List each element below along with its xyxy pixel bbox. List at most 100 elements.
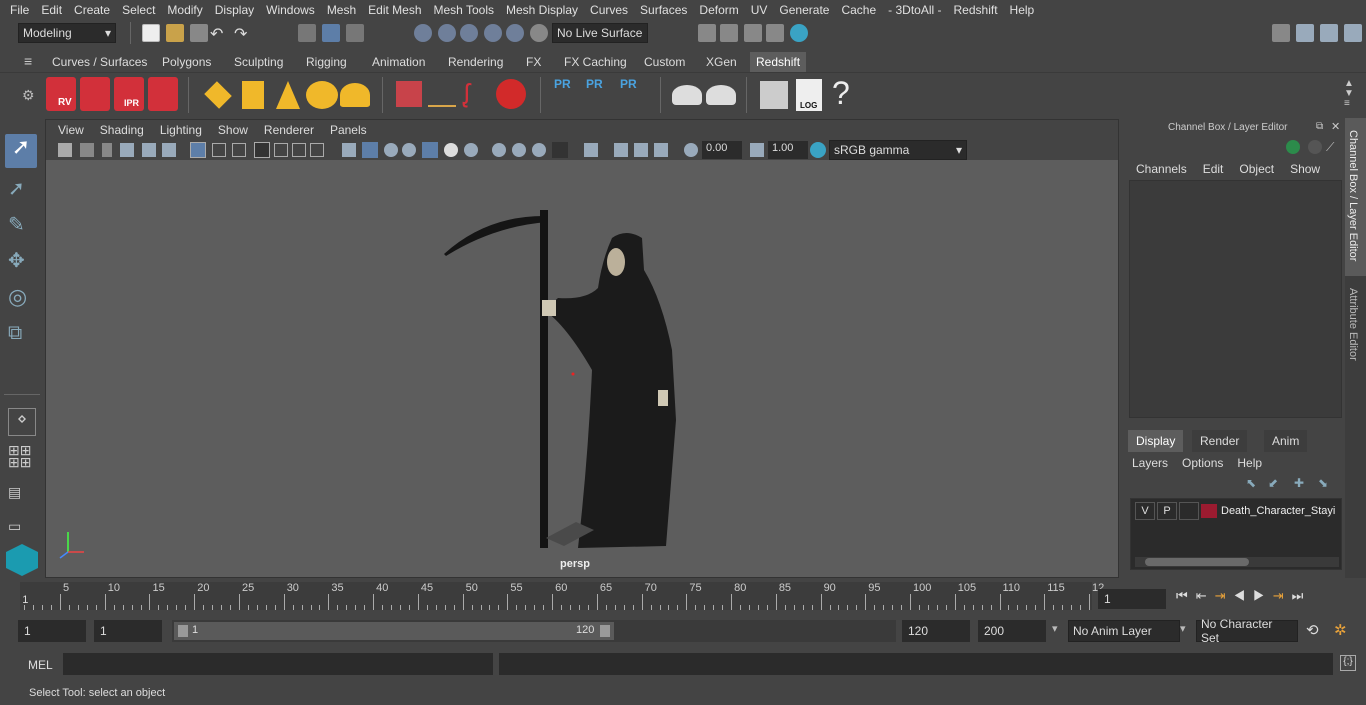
- lasso-tool-icon[interactable]: ➚: [8, 176, 36, 204]
- four-view-icon[interactable]: ⊞⊞ ⊞⊞: [8, 443, 36, 472]
- shelf-tab-redshift[interactable]: Redshift: [750, 52, 807, 72]
- playback-toggle[interactable]: P: [1157, 502, 1177, 520]
- motion-blur-icon[interactable]: [512, 143, 526, 157]
- depth-of-field-icon[interactable]: [552, 142, 568, 158]
- snap-pivot-icon[interactable]: [530, 24, 548, 42]
- log-icon[interactable]: LOG: [796, 79, 822, 111]
- point-light-icon[interactable]: [242, 81, 264, 109]
- menu-display[interactable]: Display: [209, 3, 260, 17]
- range-slider-handle[interactable]: 1 120: [174, 622, 614, 640]
- manipulator-icon[interactable]: [1286, 140, 1300, 154]
- animation-preferences-icon[interactable]: ✲: [1334, 621, 1347, 639]
- channelbox-menu-show[interactable]: Show: [1290, 162, 1328, 176]
- antialiasing-icon[interactable]: [532, 143, 546, 157]
- script-language-label[interactable]: MEL: [28, 658, 53, 672]
- script-editor-icon[interactable]: [760, 81, 788, 109]
- 2d-pan-zoom-icon[interactable]: [142, 143, 156, 157]
- toggle-channelbox-icon[interactable]: [1296, 24, 1314, 42]
- playback-start-field[interactable]: 1: [94, 620, 162, 642]
- current-frame-field[interactable]: 1: [1098, 589, 1166, 609]
- layer-color-swatch[interactable]: [1201, 504, 1217, 518]
- render-settings-icon[interactable]: [766, 24, 784, 42]
- hypershade-icon[interactable]: [790, 24, 808, 42]
- play-forward-icon[interactable]: ▶: [1253, 588, 1273, 603]
- open-scene-icon[interactable]: [166, 24, 184, 42]
- select-tool-icon[interactable]: ➚: [5, 134, 37, 168]
- shelf-tab-polygons[interactable]: Polygons: [156, 52, 217, 72]
- close-icon[interactable]: ✕: [1331, 120, 1340, 133]
- color-management-icon[interactable]: [810, 142, 826, 158]
- channelbox-menu-channels[interactable]: Channels: [1136, 162, 1195, 176]
- save-scene-icon[interactable]: [190, 24, 208, 42]
- shelf-tab-rigging[interactable]: Rigging: [300, 52, 353, 72]
- layer-row[interactable]: V P Death_Character_Stayi: [1131, 501, 1343, 521]
- hair-icon[interactable]: [428, 81, 456, 107]
- safe-action-icon[interactable]: [292, 143, 306, 157]
- snap-point-icon[interactable]: [460, 24, 478, 42]
- menu-edit-mesh[interactable]: Edit Mesh: [362, 3, 427, 17]
- new-scene-icon[interactable]: [142, 24, 160, 42]
- field-chart-icon[interactable]: [274, 143, 288, 157]
- menu-select[interactable]: Select: [116, 3, 161, 17]
- rotate-tool-icon[interactable]: ◎: [8, 284, 36, 312]
- exposure-field[interactable]: 0.00: [702, 141, 742, 159]
- menu-cache[interactable]: Cache: [835, 3, 882, 17]
- menu-redshift[interactable]: Redshift: [948, 3, 1004, 17]
- script-editor-icon[interactable]: {;}: [1340, 655, 1356, 671]
- step-forward-icon[interactable]: ⇥: [1273, 588, 1292, 603]
- undo-icon[interactable]: ↶: [210, 24, 223, 44]
- safe-title-icon[interactable]: [310, 143, 324, 157]
- scroll-thumb[interactable]: [1145, 558, 1249, 566]
- spot-light-icon[interactable]: [276, 81, 300, 109]
- workspace-icon[interactable]: [1272, 24, 1290, 42]
- channelbox-menu-object[interactable]: Object: [1239, 162, 1282, 176]
- anim-layer-dropdown[interactable]: No Anim Layer: [1068, 620, 1180, 642]
- auto-key-icon[interactable]: ⟲: [1306, 621, 1319, 639]
- camera-attributes-icon[interactable]: [80, 143, 94, 157]
- wireframe-icon[interactable]: [342, 143, 356, 157]
- paint-select-icon[interactable]: ✎: [8, 212, 36, 240]
- step-back-icon[interactable]: ⇥: [1215, 588, 1234, 603]
- resolution-gate-icon[interactable]: [232, 143, 246, 157]
- snap-grid-icon[interactable]: [414, 24, 432, 42]
- scene-end-field[interactable]: 200: [978, 620, 1046, 642]
- shelf-scroll-icon[interactable]: ▲ ▼ ≡: [1344, 79, 1354, 109]
- live-surface-field[interactable]: No Live Surface: [552, 23, 648, 43]
- go-to-start-icon[interactable]: ⏮: [1176, 588, 1196, 603]
- ambient-occlusion-icon[interactable]: [492, 143, 506, 157]
- shelf-tab-custom[interactable]: Custom: [638, 52, 691, 72]
- new-layer-icon[interactable]: ✚: [1294, 476, 1308, 490]
- layer-menu-options[interactable]: Options: [1182, 456, 1223, 470]
- viewport-menu-view[interactable]: View: [50, 123, 92, 137]
- render-frame-icon[interactable]: [720, 24, 738, 42]
- character-set-dropdown[interactable]: No Character Set: [1196, 617, 1298, 645]
- layout-extra-icon[interactable]: ▭: [8, 518, 36, 536]
- render-icon[interactable]: [80, 77, 110, 111]
- xray-components-icon[interactable]: [654, 143, 668, 157]
- colorspace-dropdown[interactable]: sRGB gamma ▾: [829, 140, 967, 160]
- layer-tab-anim[interactable]: Anim: [1264, 430, 1308, 452]
- gamma-field[interactable]: 1.00: [768, 141, 808, 159]
- area-light-icon[interactable]: [204, 81, 232, 109]
- gate-mask-icon[interactable]: [254, 142, 270, 158]
- side-tab-attribute-editor[interactable]: Attribute Editor: [1347, 288, 1359, 361]
- menu-mesh[interactable]: Mesh: [321, 3, 362, 17]
- ipr-render-icon[interactable]: IPR: [114, 77, 144, 111]
- viewport-menu-shading[interactable]: Shading: [92, 123, 152, 137]
- snap-surface-icon[interactable]: [506, 24, 524, 42]
- float-icon[interactable]: ⧉: [1316, 121, 1323, 132]
- use-all-lights-icon[interactable]: [444, 143, 458, 157]
- mode-dropdown[interactable]: Modeling ▾: [18, 23, 116, 43]
- shelf-tab-sculpting[interactable]: Sculpting: [228, 52, 289, 72]
- bake-options-icon[interactable]: [706, 85, 736, 105]
- toggle-tool-settings-icon[interactable]: [1344, 24, 1362, 42]
- layer-menu-help[interactable]: Help: [1237, 456, 1262, 470]
- visibility-toggle[interactable]: V: [1135, 502, 1155, 520]
- dome-light-icon[interactable]: [306, 81, 338, 109]
- layer-menu-layers[interactable]: Layers: [1132, 456, 1168, 470]
- xray-icon[interactable]: [614, 143, 628, 157]
- chevron-down-icon[interactable]: ▾: [1052, 622, 1058, 635]
- snap-curve-icon[interactable]: [438, 24, 456, 42]
- bake-icon[interactable]: [672, 85, 702, 105]
- layer-hscrollbar[interactable]: [1135, 557, 1339, 567]
